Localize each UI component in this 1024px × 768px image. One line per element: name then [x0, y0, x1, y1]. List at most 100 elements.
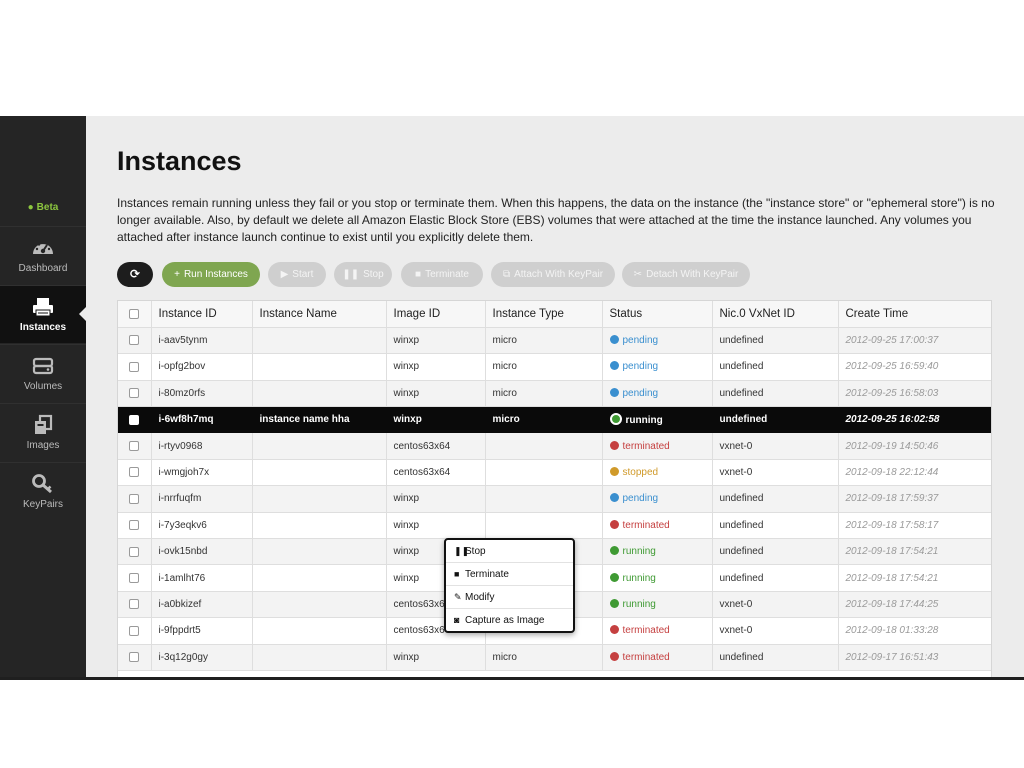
table-row[interactable]: i-rtyv0968 centos63x64 terminated vxnet-0 20…	[118, 432, 991, 460]
sidebar-item-dashboard[interactable]: Dashboard	[0, 226, 86, 284]
instance-id-cell[interactable]: i-nrrfuqfm	[151, 485, 253, 513]
context-item-stop[interactable]: ❚❚Stop	[446, 540, 573, 563]
row-checkbox[interactable]	[129, 546, 140, 557]
table-row[interactable]: i-80mz0rfs winxp micro pending undefined 2012…	[118, 380, 991, 408]
status-dot-icon	[609, 651, 619, 661]
create-time-cell: 2012-09-25 16:58:03	[838, 380, 991, 408]
row-checkbox[interactable]	[129, 625, 140, 636]
status-dot-icon	[609, 493, 619, 503]
table-row[interactable]: i-opfg2bov winxp micro pending undefined 2012…	[118, 353, 991, 381]
instance-name-cell	[252, 564, 387, 592]
column-header[interactable]: Instance Type	[485, 301, 603, 328]
column-header[interactable]: Instance Name	[252, 301, 387, 328]
instance-id-cell[interactable]: i-wmgjoh7x	[151, 459, 253, 487]
instance-id-cell[interactable]: i-7y3eqkv6	[151, 512, 253, 540]
detach-keypair-button[interactable]: ✂ Detach With KeyPair	[622, 262, 750, 287]
sidebar-item-instances[interactable]: Instances	[0, 285, 86, 343]
context-item-modify[interactable]: ✎ Modify	[446, 586, 573, 609]
column-header[interactable]: Status	[602, 301, 713, 328]
table-row[interactable]: i-6wf8h7mq instance name hha winxp micro run…	[118, 406, 991, 434]
image-id-cell: winxp	[386, 327, 486, 355]
camera-icon: ◙	[454, 615, 460, 625]
instance-id-cell[interactable]: i-opfg2bov	[151, 353, 253, 381]
status-cell: running	[602, 406, 713, 434]
stop-button[interactable]: ❚❚ Stop	[334, 262, 392, 287]
row-select-cell	[118, 327, 152, 355]
row-checkbox[interactable]	[129, 441, 140, 451]
pause-icon: ❚❚	[454, 546, 470, 556]
instance-id-cell[interactable]: i-rtyv0968	[151, 432, 253, 460]
instance-type-cell: micro	[485, 380, 603, 408]
table-row[interactable]: i-aav5tynm winxp micro pending undefined 2012…	[118, 327, 991, 355]
status-dot-icon	[609, 361, 619, 371]
status-dot-icon	[609, 598, 619, 608]
instance-name-cell	[252, 353, 387, 381]
context-item-terminate[interactable]: ■ Terminate	[446, 563, 573, 586]
select-all-checkbox[interactable]	[129, 308, 140, 319]
play-icon: ▶	[280, 269, 289, 280]
instance-id-cell[interactable]: i-1amlht76	[151, 564, 253, 592]
column-header[interactable]: Instance ID	[151, 301, 253, 328]
row-checkbox[interactable]	[129, 572, 140, 583]
terminate-button[interactable]: ■ Terminate	[401, 262, 483, 287]
vxnet-id-cell: undefined	[712, 485, 839, 513]
status-badge: terminated	[622, 519, 670, 531]
instance-id-cell[interactable]: i-a0bkizef	[151, 591, 253, 619]
instance-name-cell: instance name hha	[252, 406, 387, 434]
instances-printer-icon	[33, 298, 53, 317]
context-item-capture-image[interactable]: ◙ Capture as Image	[446, 609, 573, 632]
instance-id-cell[interactable]: i-80mz0rfs	[151, 380, 253, 408]
row-checkbox[interactable]	[129, 520, 140, 531]
row-select-cell	[118, 485, 152, 513]
table-row[interactable]: i-7y3eqkv6 winxp terminated undefined 2012-0…	[118, 512, 991, 540]
status-cell: terminated	[602, 644, 713, 671]
attach-icon: ⧉	[502, 269, 511, 280]
pause-icon: ❚❚	[342, 269, 360, 280]
instance-id-cell[interactable]: i-9fppdrt5	[151, 617, 253, 645]
column-header[interactable]: Image ID	[386, 301, 486, 328]
column-header[interactable]: Create Time	[838, 301, 991, 328]
sidebar-item-keypairs[interactable]: KeyPairs	[0, 462, 86, 520]
instance-id-cell[interactable]: i-6wf8h7mq	[151, 406, 253, 434]
create-time-cell: 2012-09-25 16:59:40	[838, 353, 991, 381]
status-badge: stopped	[622, 467, 659, 479]
row-checkbox[interactable]	[129, 388, 140, 399]
table-row[interactable]: i-3q12g0gy winxp micro terminated undefined 2…	[118, 644, 991, 671]
status-dot-icon	[609, 625, 619, 635]
row-checkbox[interactable]	[129, 467, 140, 478]
instance-id-cell[interactable]: i-aav5tynm	[151, 327, 253, 355]
instance-type-cell	[485, 512, 603, 540]
status-cell: pending	[602, 327, 713, 355]
image-id-cell: centos63x64	[386, 459, 486, 487]
create-time-cell: 2012-09-17 16:51:43	[838, 644, 991, 671]
console-app: ● Beta Dashboard Instances Volumes Image…	[0, 116, 1024, 680]
refresh-icon: ⟳	[129, 267, 141, 281]
row-checkbox[interactable]	[129, 414, 140, 425]
table-row[interactable]: i-nrrfuqfm winxp pending undefined 2012-09-1…	[118, 485, 991, 513]
start-button[interactable]: ▶ Start	[268, 262, 326, 287]
run-instances-button[interactable]: + Run Instances	[162, 262, 260, 287]
create-time-cell: 2012-09-18 17:54:21	[838, 538, 991, 566]
instance-id-cell[interactable]: i-3q12g0gy	[151, 644, 253, 671]
status-badge: terminated	[622, 651, 670, 663]
image-id-cell: winxp	[386, 353, 486, 381]
create-time-cell: 2012-09-18 22:12:44	[838, 459, 991, 487]
refresh-button[interactable]: ⟳	[117, 262, 153, 287]
instance-type-cell: micro	[485, 327, 603, 355]
table-row[interactable]: i-wmgjoh7x centos63x64 stopped vxnet-0 2012-…	[118, 459, 991, 487]
attach-keypair-button[interactable]: ⧉ Attach With KeyPair	[491, 262, 615, 287]
sidebar: ● Beta Dashboard Instances Volumes Image…	[0, 116, 86, 680]
sidebar-item-images[interactable]: Images	[0, 403, 86, 461]
row-checkbox[interactable]	[129, 361, 140, 372]
status-dot-icon	[609, 335, 619, 345]
row-select-cell	[118, 644, 152, 671]
volumes-drive-icon	[32, 357, 54, 375]
sidebar-item-volumes[interactable]: Volumes	[0, 344, 86, 402]
instance-name-cell	[252, 485, 387, 513]
row-checkbox[interactable]	[129, 335, 140, 346]
column-header[interactable]: Nic.0 VxNet ID	[712, 301, 839, 328]
instance-id-cell[interactable]: i-ovk15nbd	[151, 538, 253, 566]
row-checkbox[interactable]	[129, 599, 140, 610]
row-checkbox[interactable]	[129, 652, 140, 663]
row-checkbox[interactable]	[129, 493, 140, 504]
